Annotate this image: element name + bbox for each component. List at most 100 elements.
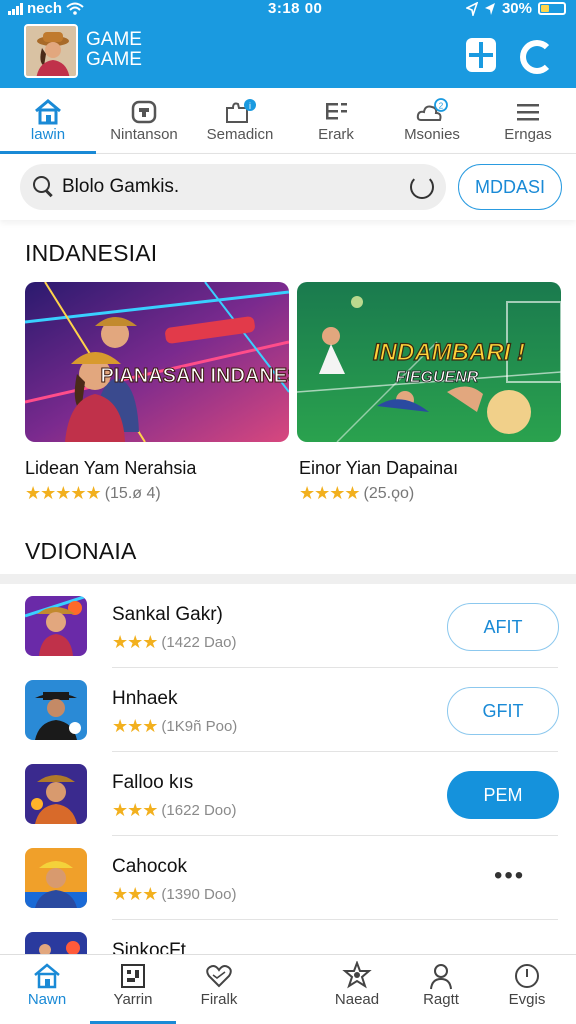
rating-count: (1422 Dao) [161,634,237,651]
status-right: 30% [465,0,566,17]
list-item[interactable]: SinkocFt [0,920,576,954]
nav-evgis[interactable]: Evgis [492,961,562,1021]
app-header: nech 3:18 00 30% GAME GAME [0,0,576,88]
game-name: Hnhaek [112,688,178,709]
game-name: Cahocok [112,856,187,877]
star-rating-icon: ★★★ [112,632,158,652]
battery-icon [538,2,566,15]
reload-icon[interactable] [410,175,434,199]
tab-label: Erark [318,126,354,143]
tab-nintanson[interactable]: Nintanson [96,88,192,153]
pem-button[interactable]: PEM [447,771,559,819]
list-section-title: VDIONAIA [25,538,137,564]
tab-label: Msonies [404,126,460,143]
nav-label: Nawn [27,991,67,1008]
game-rating: ★★★ (1390 Doo) [112,884,236,905]
rating-count: (25.ǫo) [363,484,415,502]
app-title-line1: GAME [86,29,142,50]
nav-nawn[interactable]: Nawn [12,961,82,1021]
featured-banner-1: PIANASAN INDANESA! [25,282,289,442]
tab-semadicn[interactable]: i Semadicn [192,88,288,153]
nav-label: Naead [334,991,380,1008]
list-item[interactable]: Sankal Gakr) ★★★ (1422 Dao) AFIT [0,584,576,668]
app-logo[interactable] [24,24,78,78]
list-item[interactable]: Falloo kıs ★★★ (1622 Doo) PEM [0,752,576,836]
featured-section-title: INDANESIAI [25,240,158,266]
featured-card-2-rating: ★★★★ (25.ǫo) [299,483,414,504]
tab-msonies[interactable]: 2 Msonies [384,88,480,153]
home-icon [34,963,60,989]
top-tab-bar: lawin Nintanson i Semadicn Erark 2 Msoni… [0,88,576,154]
tab-label: lawin [30,126,66,143]
refresh-button[interactable] [518,38,554,74]
svg-text:i: i [249,101,251,111]
clock-icon [515,964,539,988]
star-badge-icon [342,961,372,989]
tab-erark[interactable]: Erark [288,88,384,153]
featured-card-2-name[interactable]: Einor Yian Dapainaı [299,458,458,479]
star-rating-icon: ★★★ [112,884,158,904]
game-rating: ★★★ (1622 Doo) [112,800,236,821]
section-divider [0,574,576,584]
rating-count: (1622 Doo) [161,802,237,819]
tab-lawin[interactable]: lawin [0,88,96,154]
featured-card-2[interactable]: INDAMBARI ! FIEGUENR [297,282,561,442]
tab-label: Semadicn [206,126,274,143]
navigation-icon [484,2,495,15]
nav-label: Yarrin [113,991,153,1008]
banner-2-subtitle: FIEGUENR [396,369,479,386]
grid-icon [121,964,145,988]
menu-icon [517,104,539,121]
nav-yarrin[interactable]: Yarrin [98,961,168,1021]
signal-icon [8,2,23,15]
status-time: 3:18 00 [268,0,323,17]
rating-count: (15.ø 4) [104,484,161,502]
nav-naead[interactable]: Naead [322,961,392,1021]
featured-banner-2: INDAMBARI ! FIEGUENR [297,282,561,442]
add-button[interactable] [466,38,496,72]
afit-button[interactable]: AFIT [447,603,559,651]
controller-icon [131,100,157,124]
game-rating: ★★★ (1422 Dao) [112,632,236,653]
tab-erngas[interactable]: Erngas [480,88,576,153]
battery-percent: 30% [501,0,532,17]
rating-count: (1390 Doo) [161,886,237,903]
list-item[interactable]: Hnhaek ★★★ (1K9ñ Poo) GFIT [0,668,576,752]
puzzle-icon: i [226,99,256,123]
more-options-icon[interactable]: ••• [494,862,525,890]
rating-count: (1K9ñ Poo) [161,718,238,735]
star-rating-icon: ★★★ [112,800,158,820]
tab-label: Erngas [504,126,552,143]
featured-card-1[interactable]: PIANASAN INDANESA! [25,282,289,442]
game-thumbnail [25,848,87,908]
nav-label: Ragtt [423,991,459,1008]
banner-1-text: PIANASAN INDANESA! [100,365,289,387]
status-bar: nech 3:18 00 30% [0,0,576,20]
svg-text:2: 2 [439,102,444,111]
nav-ragtt[interactable]: Ragtt [406,961,476,1021]
game-name: Sankal Gakr) [112,604,223,625]
search-action-button[interactable]: MDDASI [458,164,562,210]
featured-card-1-rating: ★★★★★ (15.ø 4) [25,483,161,504]
featured-card-1-name[interactable]: Lidean Yam Nerahsia [25,458,196,479]
star-rating-icon: ★★★★ [299,483,361,503]
gfit-button[interactable]: GFIT [447,687,559,735]
nav-label: Firalk [200,991,238,1008]
game-name: Falloo kıs [112,772,194,793]
banner-2-title: INDAMBARI ! [373,339,525,366]
game-thumbnail [25,680,87,740]
star-rating-icon: ★★★★★ [25,483,102,503]
nav-label: Evgis [508,991,546,1008]
star-rating-icon: ★★★ [112,716,158,736]
app-title-line2: GAME [86,49,142,70]
nav-firalk[interactable]: Firalk [184,961,254,1021]
game-thumbnail [25,932,87,954]
person-icon [430,964,452,990]
carrier-label: nech [27,0,63,17]
search-input[interactable] [62,172,392,202]
heart-icon [206,965,232,988]
wifi-icon [66,2,84,15]
list-item[interactable]: Cahocok ★★★ (1390 Doo) ••• [0,836,576,920]
game-rating: ★★★ (1K9ñ Poo) [112,716,237,737]
home-icon [35,99,61,125]
